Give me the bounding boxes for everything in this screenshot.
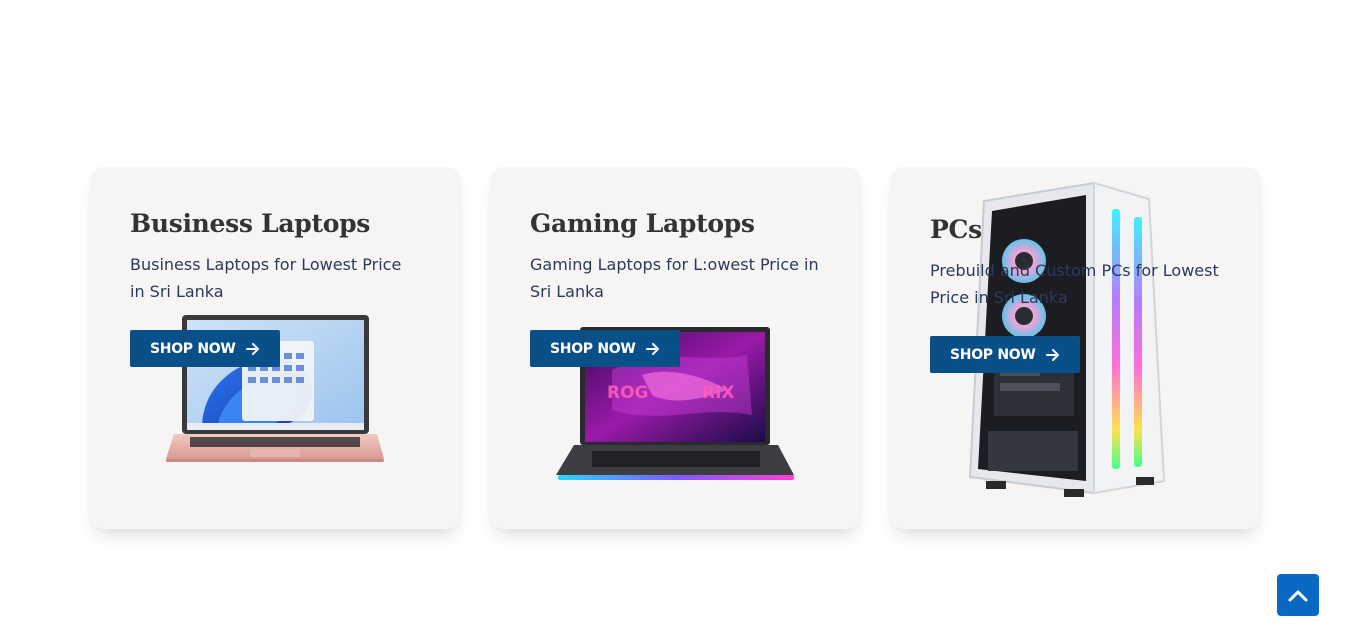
shop-now-button[interactable]: SHOP NOW	[130, 330, 280, 367]
shop-now-label: SHOP NOW	[150, 340, 236, 357]
card-content: Gaming Laptops Gaming Laptops for L:owes…	[530, 207, 821, 367]
svg-text:RIX: RIX	[702, 383, 735, 403]
scroll-to-top-button[interactable]	[1277, 574, 1319, 616]
card-description: Gaming Laptops for L:owest Price in Sri …	[530, 255, 819, 301]
card-title: Gaming Laptops	[530, 209, 755, 238]
category-card-pcs[interactable]: PCs Prebuild and Custom PCs for Lowest P…	[890, 167, 1261, 529]
card-title: PCs	[930, 215, 982, 244]
page: Business Laptops Business Laptops for Lo…	[0, 0, 1345, 640]
category-card-gaming-laptops[interactable]: ROG RIX Gaming Laptops Gaming Laptops fo…	[490, 167, 861, 529]
card-content: PCs Prebuild and Custom PCs for Lowest P…	[930, 213, 1221, 373]
arrow-right-icon	[1045, 348, 1059, 361]
card-description: Business Laptops for Lowest Price in Sri…	[130, 255, 402, 301]
chevron-up-icon	[1288, 590, 1308, 602]
card-description: Prebuild and Custom PCs for Lowest Price…	[930, 261, 1219, 307]
shop-now-button[interactable]: SHOP NOW	[530, 330, 680, 367]
shop-now-label: SHOP NOW	[550, 340, 636, 357]
category-card-business-laptops[interactable]: Business Laptops Business Laptops for Lo…	[90, 167, 461, 529]
card-content: Business Laptops Business Laptops for Lo…	[130, 207, 421, 367]
shop-now-button[interactable]: SHOP NOW	[930, 336, 1080, 373]
svg-text:ROG: ROG	[607, 383, 649, 403]
card-title: Business Laptops	[130, 209, 371, 238]
shop-now-label: SHOP NOW	[950, 346, 1036, 363]
arrow-right-icon	[645, 342, 659, 355]
arrow-right-icon	[245, 342, 259, 355]
